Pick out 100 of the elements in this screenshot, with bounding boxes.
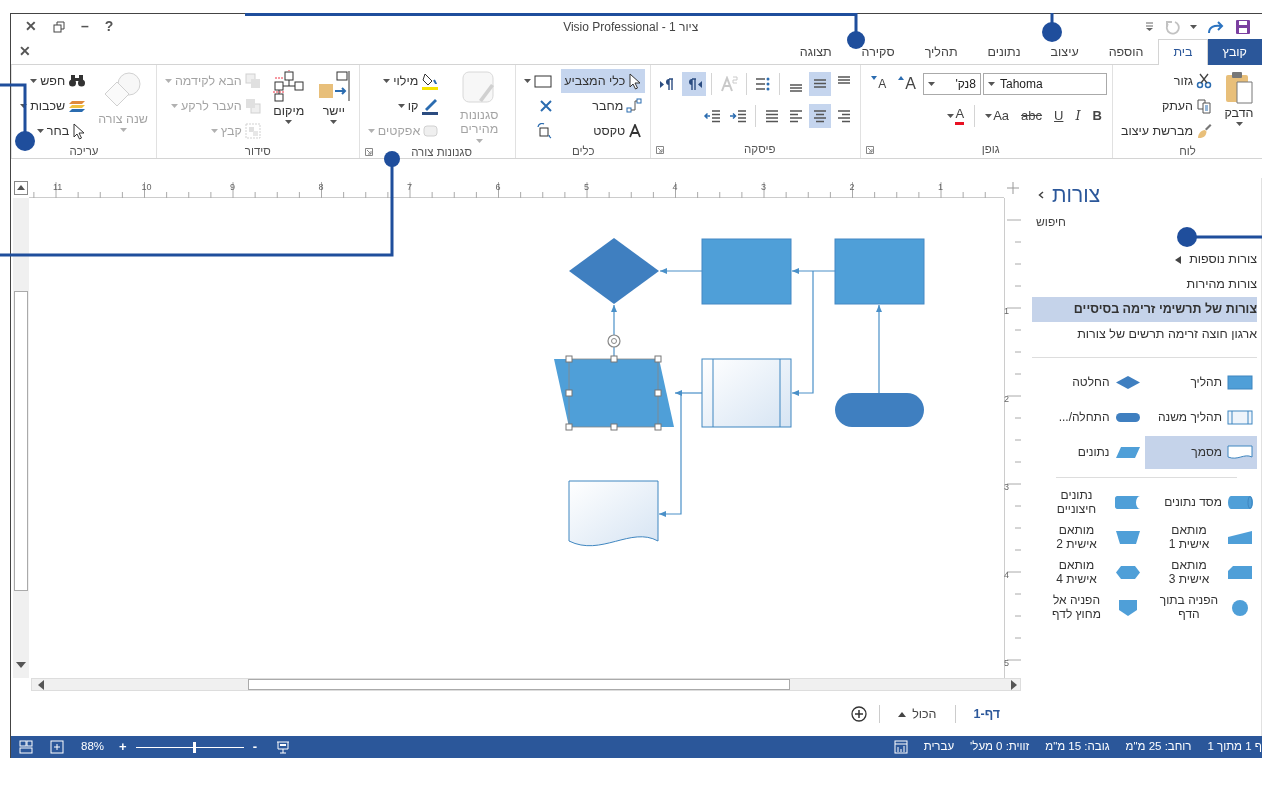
page-tab[interactable]: דף-1 [967, 701, 1006, 727]
document-icon [1227, 444, 1253, 462]
horizontal-scrollbar[interactable] [31, 678, 1021, 691]
ruler-number: 4 [1004, 570, 1009, 580]
stencil-item[interactable]: צורות של תרשימי זרימה בסיסיים [1032, 297, 1257, 323]
change-case-button[interactable]: Aa [980, 104, 1015, 128]
align-top-icon [836, 76, 853, 84]
caret-icon [987, 82, 995, 86]
right-to-left-button[interactable] [682, 72, 707, 96]
scroll-thumb[interactable] [14, 291, 28, 591]
selection-handles[interactable] [565, 355, 662, 431]
ribbon-tab[interactable]: עיצוב [1035, 39, 1094, 65]
zoom-in-button[interactable]: + [117, 737, 129, 757]
copy-button[interactable]: העתק [1117, 94, 1215, 118]
caret-icon [927, 82, 935, 86]
line-button[interactable]: קו [364, 94, 443, 118]
add-page-icon[interactable] [851, 706, 868, 722]
justify-icon [764, 108, 781, 124]
master-shape-item[interactable]: נתונים חיצוניים [1032, 486, 1145, 520]
ribbon-tab[interactable]: בית [1158, 39, 1208, 65]
all-pages-button[interactable]: הכול [892, 703, 943, 725]
fill-button[interactable]: מילוי [364, 69, 443, 93]
ribbon-tab[interactable]: נתונים [972, 39, 1036, 65]
dialog-launcher-icon[interactable] [866, 145, 875, 154]
master-shape-item[interactable]: הפניה בתוך הדף [1144, 591, 1257, 625]
zoom-out-button[interactable]: - [250, 737, 259, 757]
master-shape-item[interactable]: התחלה/... [1032, 401, 1145, 435]
restore-icon [53, 20, 65, 33]
send-backward-icon [244, 98, 261, 114]
search-tab[interactable]: חיפוש [1032, 211, 1070, 234]
scroll-thumb[interactable] [248, 679, 790, 690]
paste-button[interactable]: הדבק [1221, 69, 1257, 128]
rectangle-icon [1227, 374, 1253, 392]
stencil-item[interactable]: ארגון חוצה זרימה תרשים של צורות [1032, 322, 1257, 348]
slider-thumb[interactable] [192, 741, 196, 753]
grow-font-button[interactable]: A [893, 72, 921, 96]
find-button[interactable]: חפש [17, 69, 90, 93]
align-center-icon [812, 108, 829, 124]
strikethrough-button[interactable]: abc [1016, 104, 1048, 128]
pointer-tool-button[interactable]: כלי המצביע [561, 69, 646, 93]
align-center-button[interactable] [809, 104, 832, 128]
align-bottom-icon [788, 84, 805, 92]
scroll-down-arrow-icon [16, 662, 26, 668]
font-color-button[interactable]: A [942, 104, 970, 128]
cut-button[interactable]: גזור [1117, 69, 1215, 93]
master-shape-item[interactable]: מותאם אישית 3 [1144, 556, 1257, 590]
caret-down-icon [871, 76, 878, 80]
ribbon-tab[interactable]: תהליך [909, 39, 973, 65]
layers-button[interactable]: שכבות [17, 94, 90, 118]
dialog-launcher-icon[interactable] [364, 148, 373, 157]
zoom-level[interactable]: 88% [81, 738, 105, 756]
master-shape-item[interactable]: תהליך [1144, 366, 1257, 400]
shrink-font-button[interactable]: A [866, 72, 892, 96]
align-middle-button[interactable] [809, 72, 832, 96]
ruler-number: 2 [849, 182, 855, 192]
format-painter-button[interactable]: מברשת עיצוב [1117, 119, 1215, 143]
dialog-launcher-icon[interactable] [656, 145, 665, 154]
master-shape-item[interactable]: תהליך משנה [1144, 401, 1257, 435]
close-button[interactable]: ✕ [17, 15, 45, 38]
master-shape-item[interactable]: החלטה [1032, 366, 1145, 400]
italic-button[interactable]: I [1070, 104, 1086, 128]
ribbon-tab[interactable]: תצוגה [784, 39, 847, 65]
master-shape-item[interactable]: נתונים [1032, 436, 1145, 470]
ribbon-tab[interactable]: סקירה [846, 39, 910, 65]
master-shape-item[interactable]: הפניה אל מחוץ לדף [1032, 591, 1145, 625]
select-button[interactable]: בחר [17, 119, 90, 143]
minimize-button[interactable]: – [73, 15, 97, 38]
chevron-icon [1038, 190, 1044, 199]
presentation-icon[interactable] [275, 740, 290, 754]
close-document-button[interactable]: ✕ [11, 40, 39, 63]
bold-button[interactable]: B [1087, 104, 1107, 128]
scissors-icon [1196, 73, 1212, 89]
underline-button[interactable]: U [1049, 104, 1069, 128]
position-button[interactable]: מיקום [269, 69, 308, 126]
fit-page-icon[interactable] [50, 740, 64, 754]
pen-icon [421, 97, 440, 115]
text-tool-button[interactable]: טקסט [561, 119, 646, 143]
stencil-item[interactable]: צורות מהירות [1032, 272, 1257, 298]
switch-windows-icon[interactable] [19, 740, 33, 754]
scroll-up-button[interactable] [14, 181, 28, 195]
master-shape-item[interactable]: מותאם אישית 2 [1032, 521, 1145, 555]
connector-tool-button[interactable]: מחבר [561, 94, 646, 118]
font-name-field[interactable]: Tahoma [982, 73, 1107, 95]
caret-up-icon [898, 76, 905, 80]
ribbon-tab[interactable]: הוספה [1093, 39, 1159, 65]
align-button[interactable]: יישר [313, 69, 354, 126]
macro-icon[interactable] [893, 740, 908, 754]
scroll-right-arrow-icon [1011, 679, 1017, 690]
master-shape-item[interactable]: מסד נתונים [1144, 486, 1257, 520]
file-tab[interactable]: קובץ [1207, 39, 1262, 65]
font-size-field[interactable]: 8נק' [922, 73, 981, 95]
master-shape-item[interactable]: מותאם אישית 1 [1144, 521, 1257, 555]
vertical-scrollbar[interactable] [13, 198, 29, 678]
position-icon [272, 70, 305, 102]
group-label: סגנונות צורה [410, 144, 473, 160]
more-shapes-menu[interactable]: צורות נוספות [1032, 247, 1257, 273]
help-button[interactable]: ? [96, 15, 122, 38]
master-shape-item[interactable]: מותאם אישית 4 [1032, 556, 1145, 590]
master-shape-item[interactable]: מסמך [1144, 436, 1257, 470]
rotation-handle-icon[interactable] [607, 334, 621, 348]
